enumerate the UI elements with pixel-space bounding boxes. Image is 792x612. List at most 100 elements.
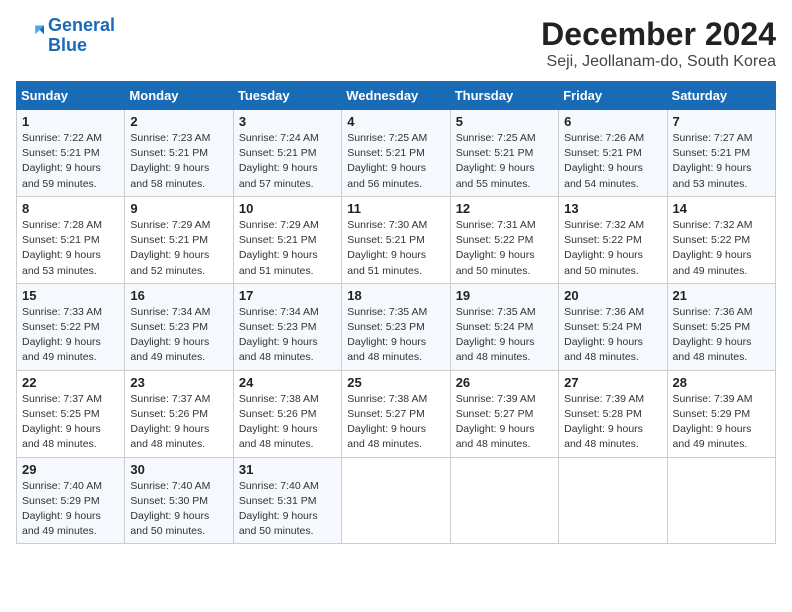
day-number: 24 [239, 375, 336, 390]
day-info: Sunrise: 7:32 AMSunset: 5:22 PMDaylight:… [673, 218, 770, 279]
logo-icon [16, 22, 44, 50]
week-row-4: 22 Sunrise: 7:37 AMSunset: 5:25 PMDayligh… [17, 370, 776, 457]
day-number: 19 [456, 288, 553, 303]
month-title: December 2024 [541, 16, 776, 53]
day-number: 2 [130, 114, 227, 129]
day-info: Sunrise: 7:38 AMSunset: 5:26 PMDaylight:… [239, 392, 336, 453]
day-info: Sunrise: 7:40 AMSunset: 5:29 PMDaylight:… [22, 479, 119, 540]
day-cell: 21Sunrise: 7:36 AMSunset: 5:25 PMDayligh… [667, 283, 775, 370]
day-cell: 28 Sunrise: 7:39 AMSunset: 5:29 PMDayligh… [667, 370, 775, 457]
day-info: Sunrise: 7:39 AMSunset: 5:29 PMDaylight:… [673, 392, 770, 453]
day-info: Sunrise: 7:35 AMSunset: 5:24 PMDaylight:… [456, 305, 553, 366]
week-row-1: 1 Sunrise: 7:22 AMSunset: 5:21 PMDaylight… [17, 110, 776, 197]
day-info: Sunrise: 7:26 AMSunset: 5:21 PMDaylight:… [564, 131, 661, 192]
col-header-sunday: Sunday [17, 82, 125, 110]
day-info: Sunrise: 7:37 AMSunset: 5:25 PMDaylight:… [22, 392, 119, 453]
day-info: Sunrise: 7:34 AMSunset: 5:23 PMDaylight:… [239, 305, 336, 366]
day-number: 4 [347, 114, 444, 129]
day-cell: 11 Sunrise: 7:30 AMSunset: 5:21 PMDayligh… [342, 196, 450, 283]
day-number: 7 [673, 114, 770, 129]
day-cell: 4 Sunrise: 7:25 AMSunset: 5:21 PMDaylight… [342, 110, 450, 197]
day-cell: 19 Sunrise: 7:35 AMSunset: 5:24 PMDayligh… [450, 283, 558, 370]
day-number: 14 [673, 201, 770, 216]
day-info: Sunrise: 7:40 AMSunset: 5:30 PMDaylight:… [130, 479, 227, 540]
day-cell: 13Sunrise: 7:32 AMSunset: 5:22 PMDayligh… [559, 196, 667, 283]
day-number: 20 [564, 288, 661, 303]
day-cell: 18 Sunrise: 7:35 AMSunset: 5:23 PMDayligh… [342, 283, 450, 370]
day-cell: 31Sunrise: 7:40 AMSunset: 5:31 PMDayligh… [233, 457, 341, 544]
col-header-monday: Monday [125, 82, 233, 110]
col-header-tuesday: Tuesday [233, 82, 341, 110]
day-cell: 6 Sunrise: 7:26 AMSunset: 5:21 PMDaylight… [559, 110, 667, 197]
header: General Blue December 2024 Seji, Jeollan… [16, 16, 776, 71]
day-number: 1 [22, 114, 119, 129]
day-info: Sunrise: 7:34 AMSunset: 5:23 PMDaylight:… [130, 305, 227, 366]
day-info: Sunrise: 7:36 AMSunset: 5:25 PMDaylight:… [673, 305, 770, 366]
col-header-wednesday: Wednesday [342, 82, 450, 110]
week-row-5: 29Sunrise: 7:40 AMSunset: 5:29 PMDayligh… [17, 457, 776, 544]
day-number: 28 [673, 375, 770, 390]
day-cell: 14 Sunrise: 7:32 AMSunset: 5:22 PMDayligh… [667, 196, 775, 283]
day-info: Sunrise: 7:24 AMSunset: 5:21 PMDaylight:… [239, 131, 336, 192]
day-info: Sunrise: 7:35 AMSunset: 5:23 PMDaylight:… [347, 305, 444, 366]
logo-text: General Blue [48, 16, 115, 56]
day-cell: 24 Sunrise: 7:38 AMSunset: 5:26 PMDayligh… [233, 370, 341, 457]
day-info: Sunrise: 7:27 AMSunset: 5:21 PMDaylight:… [673, 131, 770, 192]
day-info: Sunrise: 7:39 AMSunset: 5:27 PMDaylight:… [456, 392, 553, 453]
day-number: 6 [564, 114, 661, 129]
day-number: 16 [130, 288, 227, 303]
day-number: 9 [130, 201, 227, 216]
day-cell: 30Sunrise: 7:40 AMSunset: 5:30 PMDayligh… [125, 457, 233, 544]
col-header-friday: Friday [559, 82, 667, 110]
day-number: 17 [239, 288, 336, 303]
week-row-2: 8 Sunrise: 7:28 AMSunset: 5:21 PMDaylight… [17, 196, 776, 283]
header-row: SundayMondayTuesdayWednesdayThursdayFrid… [17, 82, 776, 110]
day-cell: 29Sunrise: 7:40 AMSunset: 5:29 PMDayligh… [17, 457, 125, 544]
day-cell: 16 Sunrise: 7:34 AMSunset: 5:23 PMDayligh… [125, 283, 233, 370]
day-info: Sunrise: 7:28 AMSunset: 5:21 PMDaylight:… [22, 218, 119, 279]
day-cell: 1 Sunrise: 7:22 AMSunset: 5:21 PMDaylight… [17, 110, 125, 197]
day-number: 8 [22, 201, 119, 216]
day-number: 26 [456, 375, 553, 390]
day-cell: 25Sunrise: 7:38 AMSunset: 5:27 PMDayligh… [342, 370, 450, 457]
day-number: 10 [239, 201, 336, 216]
location-title: Seji, Jeollanam-do, South Korea [541, 53, 776, 71]
day-cell: 7 Sunrise: 7:27 AMSunset: 5:21 PMDaylight… [667, 110, 775, 197]
day-cell: 12 Sunrise: 7:31 AMSunset: 5:22 PMDayligh… [450, 196, 558, 283]
day-info: Sunrise: 7:30 AMSunset: 5:21 PMDaylight:… [347, 218, 444, 279]
day-number: 25 [347, 375, 444, 390]
calendar-table: SundayMondayTuesdayWednesdayThursdayFrid… [16, 81, 776, 544]
day-number: 11 [347, 201, 444, 216]
day-cell [559, 457, 667, 544]
day-number: 12 [456, 201, 553, 216]
day-info: Sunrise: 7:33 AMSunset: 5:22 PMDaylight:… [22, 305, 119, 366]
day-number: 5 [456, 114, 553, 129]
day-cell: 20 Sunrise: 7:36 AMSunset: 5:24 PMDayligh… [559, 283, 667, 370]
day-info: Sunrise: 7:36 AMSunset: 5:24 PMDaylight:… [564, 305, 661, 366]
day-info: Sunrise: 7:39 AMSunset: 5:28 PMDaylight:… [564, 392, 661, 453]
day-cell: 9Sunrise: 7:29 AMSunset: 5:21 PMDaylight… [125, 196, 233, 283]
day-cell: 26 Sunrise: 7:39 AMSunset: 5:27 PMDayligh… [450, 370, 558, 457]
day-number: 22 [22, 375, 119, 390]
day-info: Sunrise: 7:25 AMSunset: 5:21 PMDaylight:… [347, 131, 444, 192]
day-number: 3 [239, 114, 336, 129]
day-cell [450, 457, 558, 544]
day-info: Sunrise: 7:37 AMSunset: 5:26 PMDaylight:… [130, 392, 227, 453]
day-cell: 23 Sunrise: 7:37 AMSunset: 5:26 PMDayligh… [125, 370, 233, 457]
day-info: Sunrise: 7:29 AMSunset: 5:21 PMDaylight:… [239, 218, 336, 279]
day-number: 18 [347, 288, 444, 303]
logo: General Blue [16, 16, 115, 56]
day-cell: 10 Sunrise: 7:29 AMSunset: 5:21 PMDayligh… [233, 196, 341, 283]
day-number: 23 [130, 375, 227, 390]
col-header-thursday: Thursday [450, 82, 558, 110]
day-cell [667, 457, 775, 544]
day-cell [342, 457, 450, 544]
title-area: December 2024 Seji, Jeollanam-do, South … [541, 16, 776, 71]
day-info: Sunrise: 7:25 AMSunset: 5:21 PMDaylight:… [456, 131, 553, 192]
day-number: 15 [22, 288, 119, 303]
day-info: Sunrise: 7:31 AMSunset: 5:22 PMDaylight:… [456, 218, 553, 279]
day-info: Sunrise: 7:23 AMSunset: 5:21 PMDaylight:… [130, 131, 227, 192]
day-info: Sunrise: 7:22 AMSunset: 5:21 PMDaylight:… [22, 131, 119, 192]
day-cell: 5 Sunrise: 7:25 AMSunset: 5:21 PMDaylight… [450, 110, 558, 197]
week-row-3: 15 Sunrise: 7:33 AMSunset: 5:22 PMDayligh… [17, 283, 776, 370]
